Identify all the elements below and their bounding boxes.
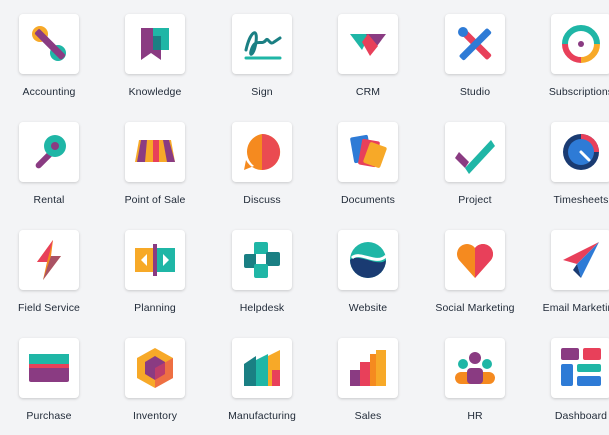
app-label: Manufacturing [228,410,296,422]
rental-icon [19,122,79,182]
app-label: Knowledge [128,86,182,98]
manufacturing-icon [232,338,292,398]
app-studio[interactable]: Studio [422,0,528,108]
app-label: Website [348,302,388,314]
app-label: Timesheets [553,194,609,206]
app-planning[interactable]: Planning [102,216,208,324]
app-project[interactable]: Project [422,108,528,216]
app-label: Project [458,194,492,206]
app-subscriptions[interactable]: Subscriptions [528,0,609,108]
app-label: Field Service [18,302,80,314]
app-documents[interactable]: Documents [315,108,421,216]
app-label: Point of Sale [124,194,186,206]
inventory-icon [125,338,185,398]
app-dashboard[interactable]: Dashboard [528,324,609,432]
app-label: Helpdesk [239,302,285,314]
app-grid: Accounting Knowledge Sign CRM Studio Sub… [0,0,609,435]
app-label: Sales [354,410,382,422]
app-accounting[interactable]: Accounting [0,0,102,108]
app-website[interactable]: Website [315,216,421,324]
timesheets-icon [551,122,609,182]
app-label: Sign [251,86,273,98]
project-icon [445,122,505,182]
app-label: HR [467,410,483,422]
documents-icon [338,122,398,182]
discuss-icon [232,122,292,182]
hr-icon [445,338,505,398]
app-label: Email Marketing [542,302,609,314]
app-label: Studio [459,86,491,98]
field-service-icon [19,230,79,290]
sales-icon [338,338,398,398]
studio-icon [445,14,505,74]
app-label: Social Marketing [435,302,515,314]
app-sign[interactable]: Sign [209,0,315,108]
app-label: Accounting [22,86,76,98]
app-rental[interactable]: Rental [0,108,102,216]
app-label: Subscriptions [548,86,609,98]
app-point-of-sale[interactable]: Point of Sale [102,108,208,216]
app-discuss[interactable]: Discuss [209,108,315,216]
point-of-sale-icon [125,122,185,182]
crm-icon [338,14,398,74]
app-label: Planning [134,302,176,314]
email-marketing-icon [551,230,609,290]
app-label: Dashboard [554,410,608,422]
app-knowledge[interactable]: Knowledge [102,0,208,108]
app-manufacturing[interactable]: Manufacturing [209,324,315,432]
dashboard-icon [551,338,609,398]
app-helpdesk[interactable]: Helpdesk [209,216,315,324]
app-social-marketing[interactable]: Social Marketing [422,216,528,324]
accounting-icon [19,14,79,74]
knowledge-icon [125,14,185,74]
app-email-marketing[interactable]: Email Marketing [528,216,609,324]
planning-icon [125,230,185,290]
app-label: CRM [355,86,381,98]
app-label: Purchase [26,410,72,422]
app-field-service[interactable]: Field Service [0,216,102,324]
helpdesk-icon [232,230,292,290]
app-inventory[interactable]: Inventory [102,324,208,432]
app-hr[interactable]: HR [422,324,528,432]
app-sales[interactable]: Sales [315,324,421,432]
purchase-icon [19,338,79,398]
app-purchase[interactable]: Purchase [0,324,102,432]
app-label: Inventory [132,410,178,422]
app-label: Rental [33,194,65,206]
app-crm[interactable]: CRM [315,0,421,108]
app-label: Documents [340,194,395,206]
app-label: Discuss [243,194,281,206]
website-icon [338,230,398,290]
app-timesheets[interactable]: Timesheets [528,108,609,216]
sign-icon [232,14,292,74]
social-marketing-icon [445,230,505,290]
subscriptions-icon [551,14,609,74]
